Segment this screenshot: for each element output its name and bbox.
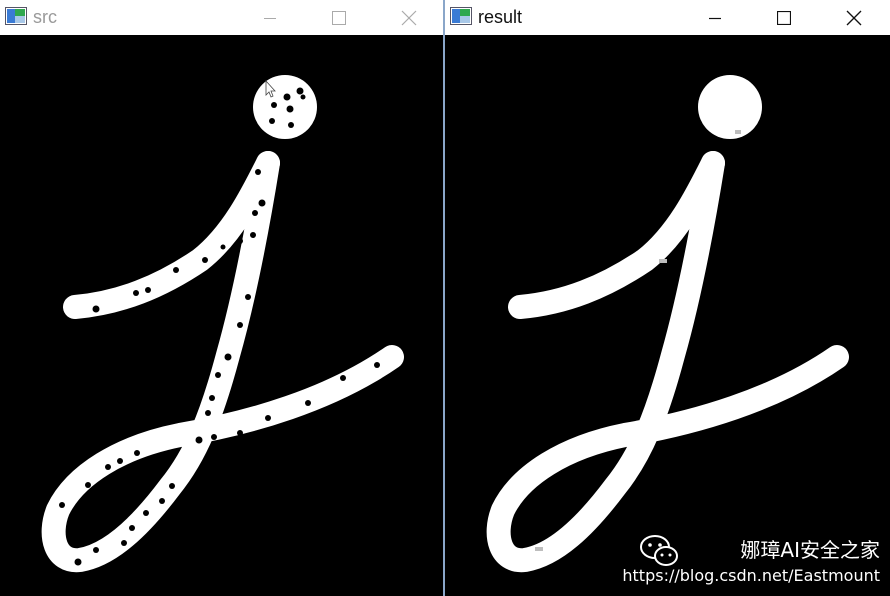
minimize-icon [264,17,276,19]
result-window: result 娜璋AI安全之家 https://blog.csdn.net/Ea… [445,0,890,596]
window-title: result [478,7,523,27]
minimize-button[interactable] [247,0,293,35]
minimize-icon [709,17,721,19]
noise-specks [59,87,380,566]
title-bar[interactable]: result [445,0,890,35]
maximize-icon [332,10,346,25]
close-button[interactable] [386,0,432,35]
minimize-button[interactable] [692,0,738,35]
result-letter-j-image [486,75,849,573]
letter-dot [253,75,317,139]
maximize-button[interactable] [316,0,362,35]
src-window: src [0,0,443,596]
watermark-url: https://blog.csdn.net/Eastmount [622,566,880,585]
title-bar[interactable]: src [0,0,443,35]
window-title: src [33,7,57,27]
watermark: 娜璋AI安全之家 https://blog.csdn.net/Eastmount [622,534,880,590]
src-letter-j-image [41,75,404,573]
close-icon [401,10,417,25]
result-image-canvas: 娜璋AI安全之家 https://blog.csdn.net/Eastmount [445,35,890,596]
close-button[interactable] [831,0,877,35]
opencv-window-icon [5,7,27,25]
opencv-window-icon [450,7,472,25]
wechat-icon [640,535,678,566]
close-icon [846,10,862,25]
maximize-icon [777,10,791,25]
src-image-canvas [0,35,443,596]
letter-dot [698,75,762,139]
maximize-button[interactable] [761,0,807,35]
watermark-brand: 娜璋AI安全之家 [740,538,880,562]
